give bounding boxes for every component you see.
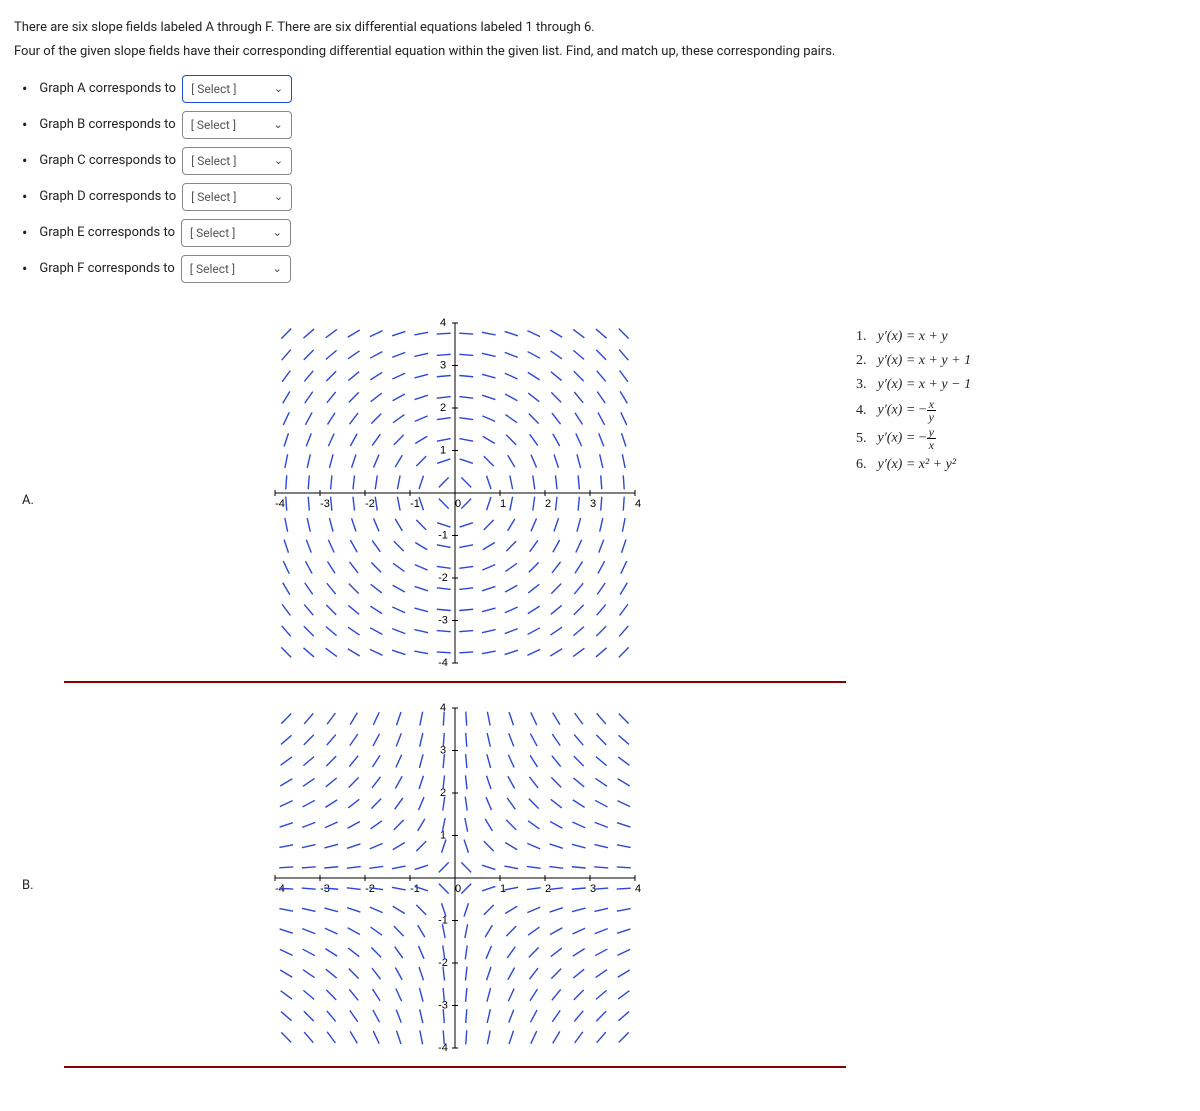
chevron-down-icon: ⌄: [274, 189, 283, 206]
match-select-c[interactable]: [ Select ] ⌄: [182, 147, 292, 175]
match-select-a[interactable]: [ Select ] ⌄: [182, 75, 292, 103]
select-placeholder: [ Select ]: [191, 188, 236, 206]
svg-text:1: 1: [500, 498, 506, 510]
graph-a: -4 -3 -2 -1 0 1 2 3 4 -4 -3 -2 -1 1 2 3 4: [64, 313, 846, 683]
graph-b: -4-3-2-101234-4-3-2-11234: [64, 698, 846, 1068]
select-placeholder: [ Select ]: [191, 80, 236, 98]
svg-text:3: 3: [440, 359, 446, 371]
svg-text:-4: -4: [438, 1042, 448, 1054]
equation: 6. y′(x) = x² + y²: [856, 454, 1186, 475]
svg-text:-4: -4: [438, 657, 448, 669]
chevron-down-icon: ⌄: [274, 153, 283, 170]
match-item: Graph E corresponds to [ Select ] ⌄: [22, 219, 1186, 247]
svg-text:0: 0: [455, 498, 461, 510]
select-placeholder: [ Select ]: [190, 224, 235, 242]
equation: 3. y′(x) = x + y − 1: [856, 374, 1186, 395]
svg-text:2: 2: [545, 498, 551, 510]
match-item: Graph C corresponds to [ Select ] ⌄: [22, 147, 1186, 175]
svg-text:2: 2: [440, 402, 446, 414]
chevron-down-icon: ⌄: [274, 81, 283, 98]
graph-label-a: A.: [14, 491, 54, 511]
match-label: Graph F corresponds to: [39, 259, 174, 279]
svg-text:-3: -3: [438, 614, 448, 626]
svg-text:-1: -1: [438, 529, 448, 541]
match-label: Graph E corresponds to: [39, 223, 175, 243]
svg-text:-2: -2: [438, 572, 448, 584]
instructions: There are six slope fields labeled A thr…: [14, 18, 1186, 61]
match-item: Graph F corresponds to [ Select ] ⌄: [22, 255, 1186, 283]
svg-text:-2: -2: [365, 498, 375, 510]
svg-text:3: 3: [590, 498, 596, 510]
svg-text:-1: -1: [410, 883, 420, 895]
svg-text:0: 0: [455, 883, 461, 895]
match-item: Graph B corresponds to [ Select ] ⌄: [22, 111, 1186, 139]
match-label: Graph D corresponds to: [39, 187, 176, 207]
match-select-e[interactable]: [ Select ] ⌄: [181, 219, 291, 247]
match-item: Graph D corresponds to [ Select ] ⌄: [22, 183, 1186, 211]
svg-text:1: 1: [500, 883, 506, 895]
select-placeholder: [ Select ]: [191, 116, 236, 134]
svg-text:-3: -3: [320, 498, 330, 510]
equation: 2. y′(x) = x + y + 1: [856, 350, 1186, 371]
match-label: Graph B corresponds to: [39, 115, 175, 135]
svg-text:-1: -1: [410, 498, 420, 510]
equation: 1. y′(x) = x + y: [856, 326, 1186, 347]
match-select-f[interactable]: [ Select ] ⌄: [181, 255, 291, 283]
graph-label-b: B.: [14, 876, 54, 896]
svg-text:-4: -4: [275, 498, 285, 510]
svg-text:1: 1: [440, 444, 446, 456]
chevron-down-icon: ⌄: [273, 117, 282, 134]
intro-line-2: Four of the given slope fields have thei…: [14, 42, 1186, 62]
chevron-down-icon: ⌄: [273, 225, 282, 242]
match-select-d[interactable]: [ Select ] ⌄: [182, 183, 292, 211]
chevron-down-icon: ⌄: [273, 261, 282, 278]
intro-line-1: There are six slope fields labeled A thr…: [14, 18, 1186, 38]
equation-list: 1. y′(x) = x + y 2. y′(x) = x + y + 1 3. y…: [856, 313, 1186, 688]
match-select-b[interactable]: [ Select ] ⌄: [182, 111, 292, 139]
select-placeholder: [ Select ]: [191, 152, 236, 170]
svg-text:4: 4: [440, 317, 446, 329]
match-list: Graph A corresponds to[ Select ]⌄Graph B…: [14, 75, 1186, 283]
match-label: Graph C corresponds to: [39, 151, 176, 171]
select-placeholder: [ Select ]: [190, 260, 235, 278]
equation: 5. y′(x) = −yx: [856, 426, 1186, 451]
svg-text:4: 4: [635, 883, 641, 895]
match-item: Graph A corresponds to [ Select ] ⌄: [22, 75, 1186, 103]
svg-text:4: 4: [440, 702, 446, 714]
match-label: Graph A corresponds to: [39, 79, 176, 99]
svg-text:4: 4: [635, 498, 641, 510]
equation: 4. y′(x) = −xy: [856, 398, 1186, 423]
